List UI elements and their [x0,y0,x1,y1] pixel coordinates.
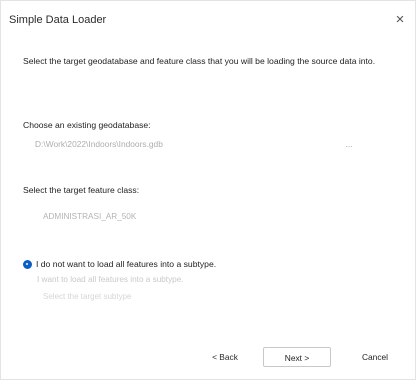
feature-class-field[interactable]: ADMINISTRASI_AR_50K [43,212,243,221]
radio-selected-icon[interactable] [23,259,32,269]
wizard-footer: < Back Next > Cancel [1,337,415,379]
geodatabase-label: Choose an existing geodatabase: [23,120,151,130]
geodatabase-browse-button[interactable]: ... [337,137,361,153]
subtype-option[interactable]: I want to load all features into a subty… [37,275,184,284]
feature-class-label: Select the target feature class: [23,185,140,195]
back-button[interactable]: < Back [197,347,253,367]
close-icon[interactable]: × [391,11,409,29]
wizard-page-content: Select the target geodatabase and featur… [1,37,415,337]
simple-data-loader-dialog: Simple Data Loader × Select the target g… [0,0,416,380]
window-title: Simple Data Loader [9,14,107,26]
subtype-select[interactable]: Select the target subtype [43,292,132,301]
cancel-button[interactable]: Cancel [347,347,403,367]
no-subtype-option-label: I do not want to load all features into … [36,259,217,269]
no-subtype-option[interactable]: I do not want to load all features into … [23,257,216,271]
page-instruction: Select the target geodatabase and featur… [23,56,376,66]
next-button[interactable]: Next > [263,347,331,367]
title-bar: Simple Data Loader × [1,1,415,37]
geodatabase-path-field[interactable]: D:\Work\2022\Indoors\Indoors.gdb [35,139,295,149]
